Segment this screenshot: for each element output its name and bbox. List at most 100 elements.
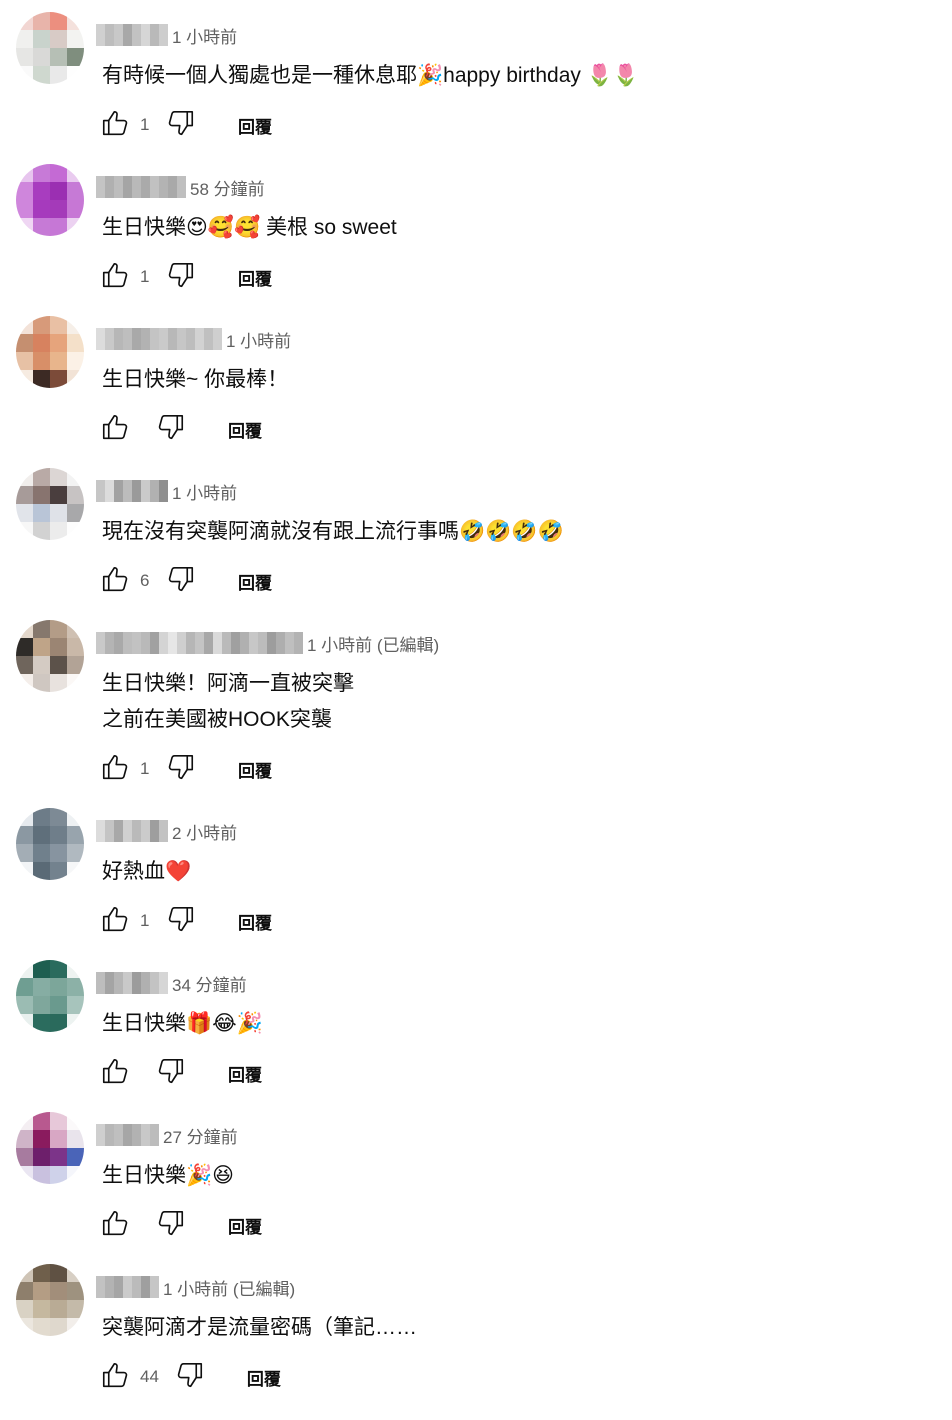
like-button[interactable]	[98, 904, 132, 938]
dislike-button[interactable]	[154, 412, 188, 446]
comment-time[interactable]: 1 小時前	[172, 23, 237, 48]
comment-item: 27 分鐘前生日快樂🎉😆 回覆	[0, 1100, 952, 1252]
comment-item: 58 分鐘前生日快樂😍🥰🥰 美根 so sweet 1 回覆	[0, 152, 952, 304]
thumbs-up-icon	[100, 108, 130, 143]
comment-item: 1 小時前有時候一個人獨處也是一種休息耶🎉happy birthday 🌷🌷 1 回…	[0, 0, 952, 152]
like-button[interactable]	[98, 1360, 132, 1394]
reply-button[interactable]: 回覆	[238, 909, 272, 934]
reply-button[interactable]: 回覆	[247, 1365, 281, 1390]
author-name[interactable]	[96, 632, 303, 654]
comment-text: 生日快樂🎁😂🎉	[102, 1012, 263, 1035]
thumbs-up-icon	[100, 1208, 130, 1243]
comment-header: 27 分鐘前	[96, 1122, 238, 1148]
author-name[interactable]	[96, 820, 168, 842]
comment-actions: 1 回覆	[98, 108, 272, 142]
comment-time[interactable]: 2 小時前	[172, 819, 237, 844]
avatar[interactable]	[16, 12, 84, 84]
thumbs-down-icon	[156, 1208, 186, 1243]
dislike-button[interactable]	[164, 260, 198, 294]
comment-item: 1 小時前 (已編輯) 突襲阿滴才是流量密碼（筆記…… 44 回覆	[0, 1252, 952, 1404]
comment-header: 34 分鐘前	[96, 970, 247, 996]
dislike-button[interactable]	[154, 1208, 188, 1242]
like-button[interactable]	[98, 108, 132, 142]
thumbs-down-icon	[166, 108, 196, 143]
thumbs-up-icon	[100, 412, 130, 447]
dislike-button[interactable]	[173, 1360, 207, 1394]
dislike-button[interactable]	[164, 564, 198, 598]
comment-actions: 回覆	[98, 1208, 262, 1242]
comment-header: 1 小時前	[96, 478, 237, 504]
comment-time[interactable]: 27 分鐘前	[163, 1123, 238, 1148]
like-button[interactable]	[98, 1208, 132, 1242]
thumbs-up-icon	[100, 1056, 130, 1091]
reply-button[interactable]: 回覆	[238, 113, 272, 138]
like-count: 44	[140, 1367, 159, 1386]
like-count: 1	[140, 759, 150, 778]
dislike-button[interactable]	[164, 904, 198, 938]
thumbs-up-icon	[100, 752, 130, 787]
reply-button[interactable]: 回覆	[238, 757, 272, 782]
like-button[interactable]	[98, 412, 132, 446]
comment-actions: 6 回覆	[98, 564, 272, 598]
thumbs-down-icon	[166, 752, 196, 787]
comment-text: 生日快樂！阿滴一直被突擊 之前在美國被HOOK突襲	[102, 672, 354, 731]
reply-button[interactable]: 回覆	[238, 265, 272, 290]
comment-header: 1 小時前 (已編輯)	[96, 630, 439, 656]
like-button[interactable]	[98, 260, 132, 294]
like-count: 1	[140, 267, 150, 286]
reply-button[interactable]: 回覆	[228, 1213, 262, 1238]
thumbs-down-icon	[175, 1360, 205, 1395]
comment-text: 突襲阿滴才是流量密碼（筆記……	[102, 1316, 417, 1339]
comment-time[interactable]: 1 小時前 (已編輯)	[307, 631, 439, 656]
author-name[interactable]	[96, 1276, 159, 1298]
comment-text: 有時候一個人獨處也是一種休息耶🎉happy birthday 🌷🌷	[102, 64, 640, 87]
thumbs-down-icon	[166, 904, 196, 939]
dislike-button[interactable]	[164, 752, 198, 786]
like-count: 1	[140, 911, 150, 930]
avatar[interactable]	[16, 468, 84, 540]
comment-actions: 1 回覆	[98, 752, 272, 786]
author-name[interactable]	[96, 24, 168, 46]
avatar[interactable]	[16, 960, 84, 1032]
comment-item: 1 小時前生日快樂~ 你最棒！ 回覆	[0, 304, 952, 456]
dislike-button[interactable]	[164, 108, 198, 142]
avatar[interactable]	[16, 620, 84, 692]
dislike-button[interactable]	[154, 1056, 188, 1090]
avatar[interactable]	[16, 808, 84, 880]
like-count: 6	[140, 571, 150, 590]
avatar[interactable]	[16, 164, 84, 236]
avatar[interactable]	[16, 1264, 84, 1336]
comment-actions: 回覆	[98, 412, 262, 446]
thumbs-up-icon	[100, 904, 130, 939]
author-name[interactable]	[96, 972, 168, 994]
reply-button[interactable]: 回覆	[228, 1061, 262, 1086]
reply-button[interactable]: 回覆	[238, 569, 272, 594]
comment-time[interactable]: 1 小時前 (已編輯)	[163, 1275, 295, 1300]
comment-text: 生日快樂🎉😆	[102, 1164, 235, 1187]
comment-header: 1 小時前	[96, 22, 237, 48]
author-name[interactable]	[96, 480, 168, 502]
comment-text: 生日快樂~ 你最棒！	[102, 368, 289, 391]
avatar[interactable]	[16, 1112, 84, 1184]
author-name[interactable]	[96, 176, 186, 198]
author-name[interactable]	[96, 1124, 159, 1146]
comment-time[interactable]: 34 分鐘前	[172, 971, 247, 996]
comment-time[interactable]: 1 小時前	[172, 479, 237, 504]
like-button[interactable]	[98, 752, 132, 786]
like-button[interactable]	[98, 564, 132, 598]
like-count: 1	[140, 115, 150, 134]
like-button[interactable]	[98, 1056, 132, 1090]
comment-item: 2 小時前 好熱血❤️ 1 回覆	[0, 796, 952, 948]
comment-actions: 1 回覆	[98, 904, 272, 938]
comment-item: 1 小時前 現在沒有突襲阿滴就沒有跟上流行事嗎🤣🤣🤣🤣 6 回覆	[0, 456, 952, 608]
thumbs-down-icon	[156, 1056, 186, 1091]
comment-item: 1 小時前 (已編輯) 生日快樂！阿滴一直被突擊 之前在美國被HOOK突襲 1 回覆	[0, 608, 952, 781]
thumbs-down-icon	[166, 260, 196, 295]
avatar[interactable]	[16, 316, 84, 388]
reply-button[interactable]: 回覆	[228, 417, 262, 442]
comment-time[interactable]: 1 小時前	[226, 327, 291, 352]
comment-time[interactable]: 58 分鐘前	[190, 175, 265, 200]
comment-text: 生日快樂😍🥰🥰 美根 so sweet	[102, 216, 397, 239]
comment-header: 2 小時前	[96, 818, 237, 844]
author-name[interactable]	[96, 328, 222, 350]
